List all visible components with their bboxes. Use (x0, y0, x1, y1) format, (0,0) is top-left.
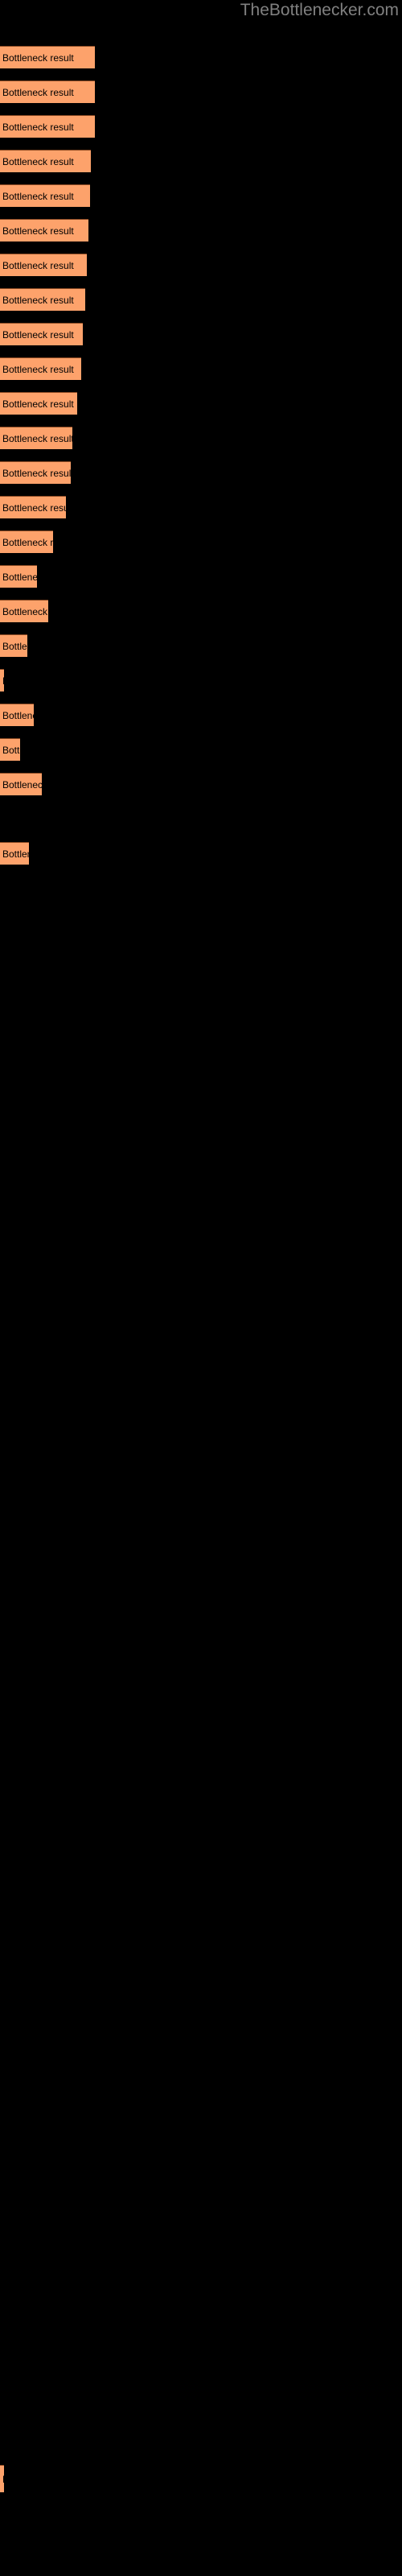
bar-label: Bottleneck result (2, 363, 74, 375)
bar-label: Bottleneck result (2, 225, 74, 237)
bar-row: Bottleneck result (0, 842, 29, 865)
bar-5[interactable]: Bottleneck result (0, 184, 90, 207)
bar-20[interactable]: Bottleneck result (0, 704, 34, 726)
bar-row: Bottleneck result (0, 392, 77, 415)
bar-13[interactable]: Bottleneck result (0, 461, 71, 484)
bar-label: Bottleneck result (2, 640, 27, 652)
bar-label: Bottleneck result (2, 432, 72, 444)
bar-16[interactable]: Bottleneck result (0, 565, 37, 588)
bottleneck-bar-chart: Bottleneck result Bottleneck result Bottle… (0, 0, 402, 2576)
bar-label: Bottleneck result (2, 259, 74, 271)
bar-row: Bottleneck result (0, 738, 20, 761)
bar-row: Bottleneck result (0, 357, 81, 380)
bar-row: Bottleneck result (0, 704, 34, 726)
bar-2[interactable]: Bottleneck result (0, 80, 95, 103)
bar-label: Bottleneck result (2, 709, 34, 721)
bar-label: Bottleneck result (2, 328, 74, 341)
bar-row: Bottleneck result (0, 184, 90, 207)
bar-row: Bottleneck result (0, 565, 37, 588)
bar-8[interactable]: Bottleneck result (0, 288, 85, 311)
bar-21[interactable]: Bottleneck result (0, 738, 20, 761)
bar-row: Bottleneck result (0, 254, 87, 276)
bar-row: Bottleneck result (0, 115, 95, 138)
bar-24[interactable]: Bottleneck result (0, 842, 29, 865)
bar-9[interactable]: Bottleneck result (0, 323, 83, 345)
bar-row: Bottleneck result (0, 669, 4, 691)
bar-row: Bottleneck result (0, 773, 42, 795)
bar-label: Bottleneck result (2, 398, 74, 410)
bar-label: Bottleneck result (2, 467, 71, 479)
bar-row: Bottleneck result (0, 2465, 4, 2492)
bar-row: Bottleneck result (0, 461, 71, 484)
bar-label: Bottleneck result (2, 2474, 4, 2485)
bar-label: Bottleneck result (2, 52, 74, 64)
bar-3[interactable]: Bottleneck result (0, 115, 95, 138)
bar-row: Bottleneck result (0, 80, 95, 103)
bar-4[interactable]: Bottleneck result (0, 150, 91, 172)
bar-row: Bottleneck result (0, 634, 27, 657)
bar-7[interactable]: Bottleneck result (0, 254, 87, 276)
bar-19[interactable]: Bottleneck result (0, 669, 4, 691)
bar-row: Bottleneck result (0, 530, 53, 553)
bar-11[interactable]: Bottleneck result (0, 392, 77, 415)
bar-18[interactable]: Bottleneck result (0, 634, 27, 657)
bar-label: Bottleneck result (2, 86, 74, 98)
bar-6[interactable]: Bottleneck result (0, 219, 88, 242)
bar-25[interactable]: Bottleneck result (0, 2465, 4, 2492)
bar-14[interactable]: Bottleneck result (0, 496, 66, 518)
bar-label: Bottleneck result (2, 744, 20, 756)
bar-row: Bottleneck result (0, 600, 48, 622)
bar-row: Bottleneck result (0, 427, 72, 449)
bar-label: Bottleneck result (2, 848, 29, 860)
bar-22[interactable]: Bottleneck result (0, 773, 42, 795)
bar-row: Bottleneck result (0, 496, 66, 518)
bar-10[interactable]: Bottleneck result (0, 357, 81, 380)
bar-label: Bottleneck result (2, 294, 74, 306)
bar-row: Bottleneck result (0, 46, 95, 68)
bar-row: Bottleneck result (0, 219, 88, 242)
bar-17[interactable]: Bottleneck result (0, 600, 48, 622)
bar-1[interactable]: Bottleneck result (0, 46, 95, 68)
bar-label: Bottleneck result (2, 571, 37, 583)
bar-12[interactable]: Bottleneck result (0, 427, 72, 449)
bar-label: Bottleneck result (2, 605, 48, 617)
bar-row: Bottleneck result (0, 323, 83, 345)
bar-label: Bottleneck result (2, 121, 74, 133)
bar-label: Bottleneck result (2, 536, 53, 548)
bar-label: Bottleneck result (2, 675, 4, 687)
bar-15[interactable]: Bottleneck result (0, 530, 53, 553)
bar-label: Bottleneck result (2, 190, 74, 202)
bar-row: Bottleneck result (0, 288, 85, 311)
bar-label: Bottleneck result (2, 155, 74, 167)
bar-label: Bottleneck result (2, 778, 42, 791)
bar-row: Bottleneck result (0, 150, 91, 172)
bar-label: Bottleneck result (2, 502, 66, 514)
